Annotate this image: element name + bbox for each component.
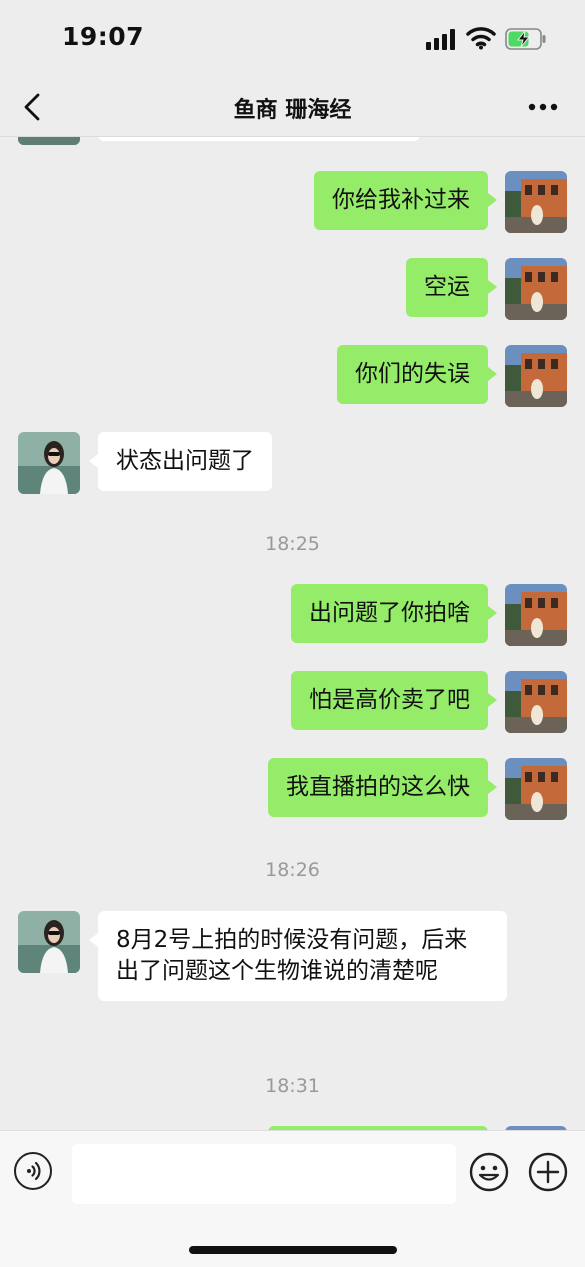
message-text: 我直播拍的这么快 <box>286 774 470 800</box>
more-dots-icon[interactable] <box>528 102 558 112</box>
message-bubble[interactable]: 你给我补过来 <box>314 171 488 230</box>
message-timestamp: 18:26 <box>265 859 320 881</box>
message-text: 8月2号上拍的时候没有问题，后来出了问题这个生物谁说的清楚呢 <box>116 927 468 984</box>
chat-header: 鱼商 珊海经 <box>0 80 585 137</box>
message-bubble[interactable]: 怕是高价卖了吧 <box>291 671 488 730</box>
emoji-icon[interactable] <box>469 1152 509 1192</box>
message-text: 空运 <box>424 274 470 300</box>
message-timestamp: 18:31 <box>265 1075 320 1097</box>
message-text: 你们的失误 <box>355 361 470 387</box>
message-received: 8月2号上拍的时候没有问题，后来出了问题这个生物谁说的清楚呢 <box>0 911 585 1007</box>
cellular-signal-icon <box>426 28 460 50</box>
my-avatar[interactable] <box>505 258 567 320</box>
message-bubble[interactable]: 我直播拍的这么快 <box>268 758 488 817</box>
status-bar: 19:07 <box>0 0 585 80</box>
message-bubble[interactable]: 出问题了你拍啥 <box>291 584 488 643</box>
message-sent: 出问题了你拍啥 <box>0 584 585 646</box>
message-sent: 怕是高价卖了吧 <box>0 671 585 733</box>
message-text: 出问题了你拍啥 <box>309 600 470 626</box>
message-bubble[interactable] <box>98 137 420 141</box>
message-list[interactable]: 你给我补过来 空运 你们的失误 状态出问题了 18:25 出问题了你拍啥 怕是高… <box>0 137 585 1130</box>
wifi-icon <box>466 27 496 50</box>
message-received <box>0 137 585 147</box>
message-input[interactable] <box>72 1144 456 1204</box>
my-avatar[interactable] <box>505 345 567 407</box>
message-bubble[interactable]: 空运 <box>406 258 488 317</box>
my-avatar[interactable] <box>505 758 567 820</box>
input-bar <box>0 1130 585 1267</box>
my-avatar[interactable] <box>505 171 567 233</box>
home-indicator[interactable] <box>189 1246 397 1254</box>
chat-title: 鱼商 珊海经 <box>233 98 352 123</box>
contact-avatar[interactable] <box>18 911 80 973</box>
message-sent: 空运 <box>0 258 585 320</box>
contact-avatar[interactable] <box>18 137 80 145</box>
message-sent: 你给我补过来 <box>0 171 585 233</box>
message-bubble[interactable]: 状态出问题了 <box>98 432 272 491</box>
message-text: 状态出问题了 <box>116 448 254 474</box>
my-avatar[interactable] <box>505 671 567 733</box>
status-time: 19:07 <box>62 22 145 51</box>
message-timestamp: 18:25 <box>265 533 320 555</box>
plus-icon[interactable] <box>528 1152 568 1192</box>
message-sent: 我直播拍的这么快 <box>0 758 585 820</box>
battery-charging-icon <box>505 28 546 50</box>
message-sent: 你们的失误 <box>0 345 585 407</box>
my-avatar[interactable] <box>505 584 567 646</box>
message-text: 怕是高价卖了吧 <box>309 687 470 713</box>
message-bubble[interactable]: 你们的失误 <box>337 345 488 404</box>
contact-avatar[interactable] <box>18 432 80 494</box>
voice-icon[interactable] <box>14 1152 52 1190</box>
message-text: 你给我补过来 <box>332 187 470 213</box>
message-bubble[interactable]: 8月2号上拍的时候没有问题，后来出了问题这个生物谁说的清楚呢 <box>98 911 507 1001</box>
message-received: 状态出问题了 <box>0 432 585 494</box>
